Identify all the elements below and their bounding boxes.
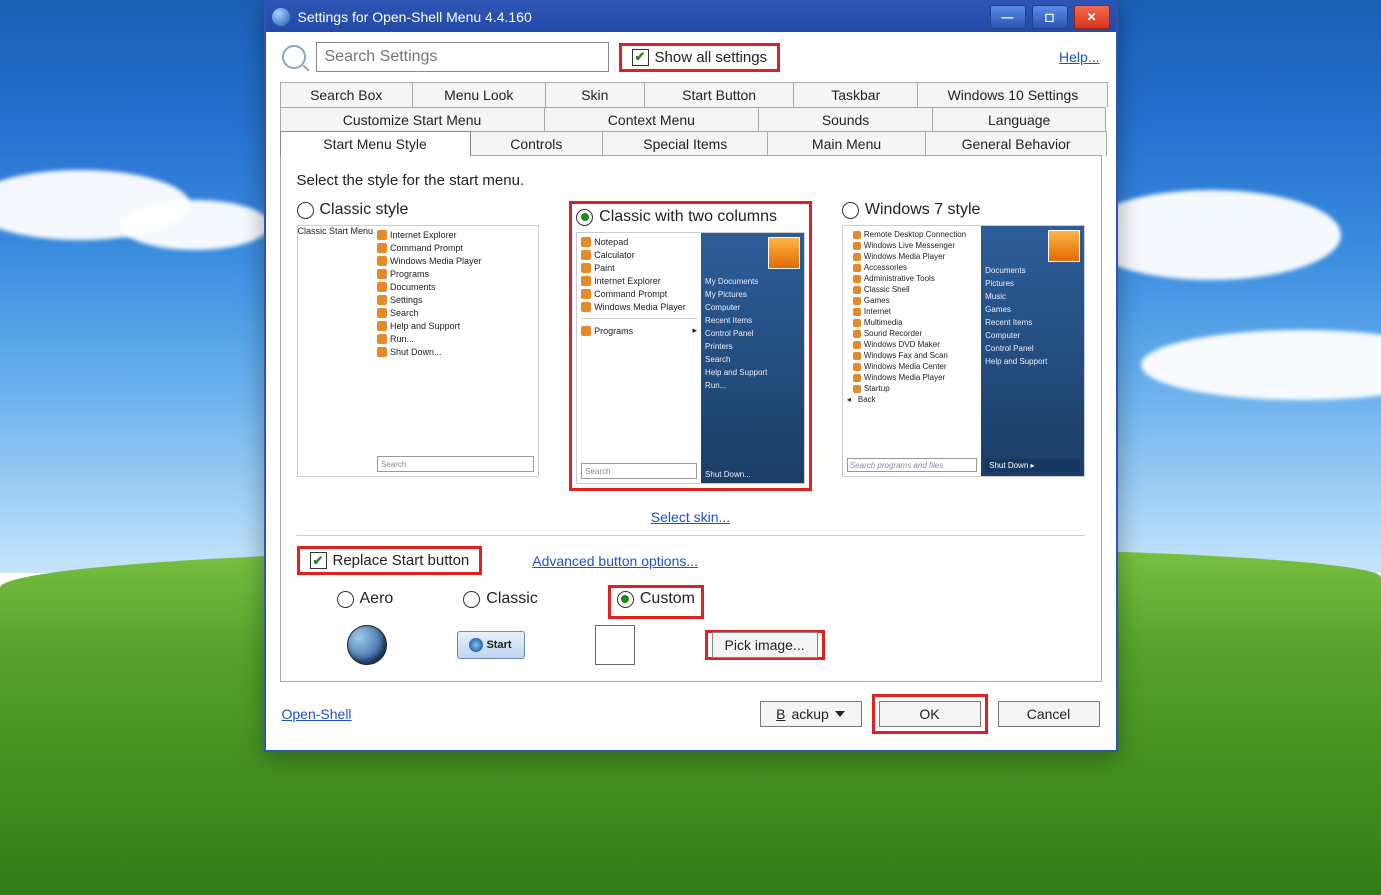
style-option-two-columns[interactable]: Classic with two columns NotepadCalculat… — [569, 201, 812, 491]
tab-windows-10-settings[interactable]: Windows 10 Settings — [918, 82, 1108, 107]
dialog-footer: Open-Shell Backup OK Cancel — [266, 682, 1116, 738]
radio-custom[interactable]: Custom — [617, 590, 695, 608]
replace-start-highlight: ✔ Replace Start button — [297, 546, 483, 575]
check-icon: ✔ — [632, 49, 649, 66]
tab-menu-look[interactable]: Menu Look — [413, 82, 546, 107]
pick-image-button[interactable]: Pick image... — [712, 632, 818, 658]
radio-classic[interactable]: Classic — [463, 590, 538, 608]
preview-classic: Classic Start Menu Internet ExplorerComm… — [297, 225, 540, 477]
radio-icon — [337, 591, 354, 608]
search-icon — [282, 45, 306, 69]
show-all-settings-checkbox[interactable]: ✔ Show all settings — [632, 49, 768, 66]
ok-highlight: OK — [872, 694, 988, 734]
check-icon: ✔ — [310, 552, 327, 569]
divider — [297, 535, 1085, 536]
preview-two-columns: NotepadCalculatorPaintInternet ExplorerC… — [576, 232, 805, 484]
style-option-classic[interactable]: Classic style Classic Start Menu Interne… — [297, 201, 540, 491]
radio-icon — [297, 202, 314, 219]
show-all-settings-highlight: ✔ Show all settings — [619, 43, 781, 72]
tab-start-menu-style[interactable]: Start Menu Style — [280, 131, 471, 156]
style-win7-label: Windows 7 style — [865, 201, 981, 219]
close-button[interactable]: ✕ — [1074, 5, 1110, 29]
app-icon — [272, 8, 290, 26]
replace-start-checkbox[interactable]: ✔ Replace Start button — [310, 552, 470, 569]
custom-image-preview — [595, 625, 635, 665]
tab-special-items[interactable]: Special Items — [603, 131, 768, 156]
radio-custom-highlight: Custom — [608, 585, 704, 619]
show-all-settings-label: Show all settings — [655, 49, 768, 66]
tab-general-behavior[interactable]: General Behavior — [926, 131, 1108, 156]
select-skin-link[interactable]: Select skin... — [651, 509, 730, 525]
tab-context-menu[interactable]: Context Menu — [545, 107, 760, 132]
tab-search-box[interactable]: Search Box — [280, 82, 414, 107]
style-classic-label: Classic style — [320, 201, 409, 219]
open-shell-link[interactable]: Open-Shell — [282, 706, 352, 722]
tab-sounds[interactable]: Sounds — [759, 107, 933, 132]
tab-start-button[interactable]: Start Button — [645, 82, 794, 107]
titlebar[interactable]: Settings for Open-Shell Menu 4.4.160 — ◻… — [266, 2, 1116, 32]
prompt-text: Select the style for the start menu. — [297, 172, 1085, 189]
preview-win7: Remote Desktop ConnectionWindows Live Me… — [842, 225, 1085, 477]
tab-main-menu[interactable]: Main Menu — [768, 131, 925, 156]
pick-image-highlight: Pick image... — [705, 630, 825, 660]
style-option-win7[interactable]: Windows 7 style Remote Desktop Connectio… — [842, 201, 1085, 491]
tab-controls[interactable]: Controls — [471, 131, 604, 156]
maximize-button[interactable]: ◻ — [1032, 5, 1068, 29]
tab-container: Search BoxMenu LookSkinStart ButtonTaskb… — [266, 82, 1116, 682]
search-input[interactable] — [316, 42, 609, 72]
tab-panel-start-menu-style: Select the style for the start menu. Cla… — [280, 155, 1102, 682]
style-two-label: Classic with two columns — [599, 208, 777, 226]
settings-dialog: Settings for Open-Shell Menu 4.4.160 — ◻… — [264, 0, 1118, 752]
radio-icon — [463, 591, 480, 608]
replace-start-label: Replace Start button — [333, 552, 470, 569]
aero-orb-preview — [347, 625, 387, 665]
cancel-button[interactable]: Cancel — [998, 701, 1100, 727]
advanced-button-options-link[interactable]: Advanced button options... — [532, 553, 698, 569]
classic-start-preview: Start — [457, 631, 525, 659]
tab-language[interactable]: Language — [933, 107, 1107, 132]
backup-button[interactable]: Backup — [760, 701, 862, 727]
radio-icon — [576, 209, 593, 226]
help-link[interactable]: Help... — [1059, 49, 1099, 65]
tab-customize-start-menu[interactable]: Customize Start Menu — [280, 107, 545, 132]
radio-icon — [617, 591, 634, 608]
ok-button[interactable]: OK — [879, 701, 981, 727]
radio-icon — [842, 202, 859, 219]
minimize-button[interactable]: — — [990, 5, 1026, 29]
radio-aero[interactable]: Aero — [337, 590, 394, 608]
tab-taskbar[interactable]: Taskbar — [794, 82, 918, 107]
tab-skin[interactable]: Skin — [546, 82, 646, 107]
window-title: Settings for Open-Shell Menu 4.4.160 — [298, 9, 984, 25]
